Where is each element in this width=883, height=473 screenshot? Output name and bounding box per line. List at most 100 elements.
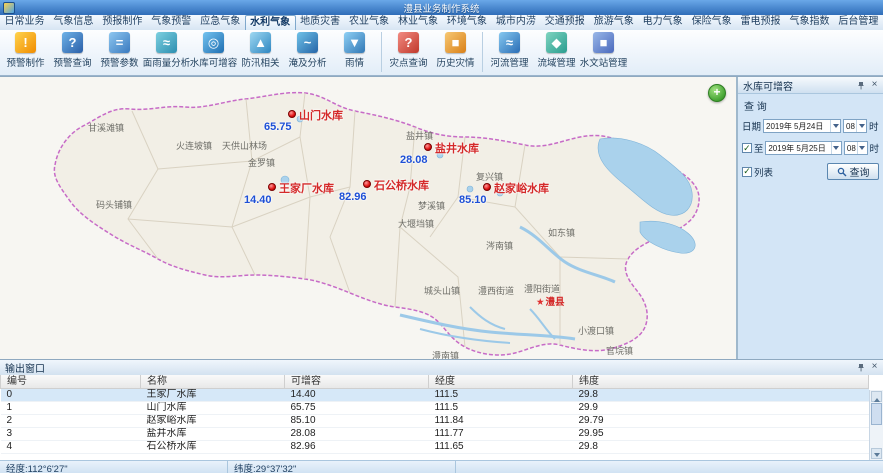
menu-tab[interactable]: 气象指数	[785, 15, 834, 30]
toolbar-button-label: 预警制作	[6, 55, 44, 69]
town-label: 官垸镇	[606, 344, 633, 357]
toolbar-button[interactable]: ■水文站管理	[580, 30, 627, 76]
hour-to-select[interactable]: 08	[844, 141, 868, 155]
alert-search-icon: ?	[62, 32, 83, 53]
menu-tab[interactable]: 水利气象	[245, 15, 296, 30]
rain-info-icon: ▼	[344, 32, 365, 53]
column-header[interactable]: 可增容	[285, 375, 429, 389]
table-cell: 山门水库	[141, 402, 285, 415]
toolbar-button[interactable]: ≈河流管理	[486, 30, 533, 76]
query-button[interactable]: 查询	[827, 163, 879, 180]
town-label: 如东镇	[548, 226, 575, 239]
toolbar-button[interactable]: ◎ 水库可增容	[190, 30, 237, 76]
town-label: 甘溪滩镇	[88, 121, 124, 134]
menu-tab[interactable]: 雷电预报	[736, 15, 785, 30]
column-header[interactable]: 名称	[141, 375, 285, 389]
date-to-select[interactable]: 2019年 5月25日	[765, 141, 842, 155]
table-cell: 29.9	[573, 402, 869, 415]
toolbar-button[interactable]: ▼雨情	[331, 30, 378, 76]
toolbar-button[interactable]: ?灾点查询	[385, 30, 432, 76]
reservoir-dot-icon	[363, 180, 371, 188]
application-window: 澧县业务制作系统 日常业务气象信息预报制作气象预警应急气象水利气象地质灾害农业气…	[0, 0, 883, 473]
menu-tab[interactable]: 气象预警	[147, 15, 196, 30]
menu-tab[interactable]: 预报制作	[98, 15, 147, 30]
hour-from-select[interactable]: 08	[843, 119, 867, 133]
pin-icon[interactable]	[856, 362, 867, 373]
menu-tab[interactable]: 日常业务	[0, 15, 49, 30]
toolbar-button[interactable]: ▲防汛相关	[237, 30, 284, 76]
reservoir-name: 盐井水库	[435, 140, 479, 156]
table-cell: 1	[1, 402, 141, 415]
table-cell: 0	[1, 389, 141, 402]
town-label: 梦溪镇	[418, 199, 445, 212]
reservoir-capacity-panel: 水库可增容 查 询 日期 2019年 5月24日 08 时	[737, 77, 883, 360]
map-label-layer: 甘溪滩镇火连坡镇天供山林场金罗镇盐井镇码头铺镇复兴镇梦溪镇大堰垱镇涔南镇如东镇城…	[0, 77, 736, 360]
menu-tab[interactable]: 后台管理	[834, 15, 883, 30]
town-label: 火连坡镇	[176, 139, 212, 152]
scroll-down-icon[interactable]	[871, 448, 882, 459]
menu-tab[interactable]: 农业气象	[345, 15, 394, 30]
zoom-in-button[interactable]: +	[708, 84, 726, 102]
toolbar-button-label: 流域管理	[537, 55, 575, 69]
river-manage-icon: ≈	[499, 32, 520, 53]
toolbar-button[interactable]: ≈面雨量分析	[143, 30, 190, 76]
reservoir-capacity-value: 82.96	[339, 191, 367, 203]
reservoir-name: 王家厂水库	[279, 180, 334, 196]
table-row[interactable]: 4石公桥水库82.96111.6529.8	[1, 441, 869, 454]
toolbar-button[interactable]: =预警参数	[96, 30, 143, 76]
town-label: 码头铺镇	[96, 198, 132, 211]
area-rainfall-analysis-icon: ≈	[156, 32, 177, 53]
menu-tab[interactable]: 环境气象	[442, 15, 491, 30]
menu-tab[interactable]: 气象信息	[49, 15, 98, 30]
toolbar-separator	[482, 32, 483, 72]
menu-tab[interactable]: 林业气象	[394, 15, 443, 30]
table-cell: 盐井水库	[141, 428, 285, 441]
close-icon[interactable]	[869, 362, 880, 373]
pin-icon[interactable]	[856, 80, 867, 91]
county-seat-label: ★澧县	[536, 294, 565, 308]
menu-tab[interactable]: 保险气象	[687, 15, 736, 30]
scroll-up-icon[interactable]	[871, 391, 882, 402]
main-area: 甘溪滩镇火连坡镇天供山林场金罗镇盐井镇码头铺镇复兴镇梦溪镇大堰垱镇涔南镇如东镇城…	[0, 76, 883, 359]
to-checkbox[interactable]	[742, 143, 752, 153]
table-row[interactable]: 1山门水库65.75111.529.9	[1, 402, 869, 415]
table-cell: 85.10	[285, 415, 429, 428]
vertical-scrollbar[interactable]	[869, 390, 883, 460]
toolbar-button[interactable]: ?预警查询	[49, 30, 96, 76]
toolbar-button[interactable]: !预警制作	[2, 30, 49, 76]
reservoir-name: 赵家峪水库	[494, 180, 549, 196]
reservoir-table: 编号名称可增容经度纬度0王家厂水库14.40111.529.81山门水库65.7…	[0, 375, 869, 454]
reservoir-capacity-value: 14.40	[244, 194, 272, 206]
toolbar: !预警制作?预警查询=预警参数≈面雨量分析 ◎ 水库可增容▲防汛相关~淹及分析▼雨情…	[0, 30, 883, 76]
table-row[interactable]: 0王家厂水库14.40111.529.8	[1, 389, 869, 402]
scroll-thumb[interactable]	[871, 403, 882, 425]
output-window: 输出窗口 编号名称可增容经度纬度0王家厂水库14.40111.529.81山门水…	[0, 359, 883, 460]
column-header[interactable]: 编号	[1, 375, 141, 389]
menu-tab[interactable]: 交通预报	[540, 15, 589, 30]
menu-tab[interactable]: 应急气象	[196, 15, 245, 30]
column-header[interactable]: 纬度	[573, 375, 869, 389]
table-row[interactable]: 3盐井水库28.08111.7729.95	[1, 428, 869, 441]
toolbar-button-label: 水库可增容	[190, 55, 238, 69]
table-cell: 29.79	[573, 415, 869, 428]
reservoir-capacity-value: 85.10	[459, 194, 487, 206]
toolbar-button[interactable]: ■历史灾情	[432, 30, 479, 76]
table-row[interactable]: 2赵家峪水库85.10111.8429.79	[1, 415, 869, 428]
menu-tab[interactable]: 电力气象	[638, 15, 687, 30]
menu-tab[interactable]: 城市内涝	[491, 15, 540, 30]
toolbar-button[interactable]: ◆流域管理	[533, 30, 580, 76]
map-canvas[interactable]: 甘溪滩镇火连坡镇天供山林场金罗镇盐井镇码头铺镇复兴镇梦溪镇大堰垱镇涔南镇如东镇城…	[0, 77, 737, 360]
status-bar: 经度:112°6'27" 纬度:29°37'32"	[0, 460, 883, 473]
list-checkbox[interactable]	[742, 167, 752, 177]
toolbar-separator	[381, 32, 382, 72]
reservoir-capacity-icon: ◎	[203, 32, 224, 53]
menu-tab[interactable]: 地质灾害	[296, 15, 345, 30]
close-icon[interactable]	[869, 80, 880, 91]
date-from-select[interactable]: 2019年 5月24日	[763, 119, 841, 133]
column-header[interactable]: 经度	[429, 375, 573, 389]
chevron-down-icon	[856, 120, 866, 132]
to-label: 至	[754, 141, 764, 155]
toolbar-button[interactable]: ~淹及分析	[284, 30, 331, 76]
flood-control-icon: ▲	[250, 32, 271, 53]
menu-tab[interactable]: 旅游气象	[589, 15, 638, 30]
